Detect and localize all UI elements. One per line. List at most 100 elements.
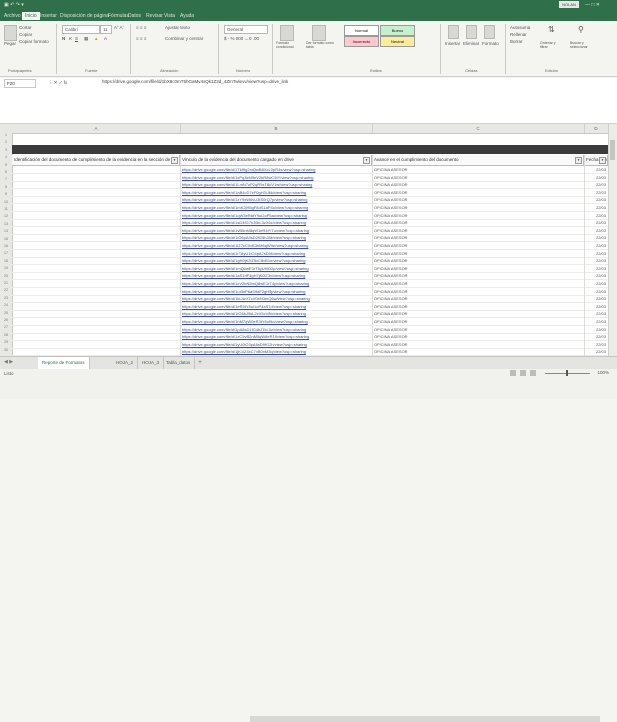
row-header[interactable]: 9 (0, 192, 12, 196)
sheet-tab[interactable]: HOJA_2 (112, 357, 139, 369)
align-left-icons[interactable]: ≡ ≡ ≡ (136, 36, 146, 41)
evidence-link[interactable]: https://drive.google.com/file/d/1rT8yU1i… (182, 250, 372, 257)
row-header[interactable]: 17 (0, 251, 12, 255)
page-layout-view-icon[interactable] (520, 370, 526, 376)
evidence-link[interactable]: https://drive.google.com/file/d/1zY9xW6v… (182, 196, 372, 203)
wrap-text-button[interactable]: Ajustar texto (165, 25, 190, 30)
conditional-format-icon[interactable] (280, 25, 294, 41)
name-box[interactable]: F20 (4, 79, 36, 88)
sheet-tab[interactable]: Tabla_datos (162, 357, 196, 369)
column-header[interactable]: D (584, 124, 609, 133)
conditional-format-button[interactable]: Formato condicional (276, 41, 306, 49)
evidence-link[interactable]: https://drive.google.com/file/d/1jK1lZ4x… (182, 348, 372, 355)
window-controls[interactable]: — □ ✕ (585, 2, 600, 8)
ribbon-tab-7[interactable]: Vista (164, 12, 175, 20)
delete-cells-button[interactable]: Eliminar (463, 41, 479, 46)
cut-button[interactable]: Cortar (19, 25, 32, 30)
ribbon-tab-2[interactable]: Insertar (40, 12, 57, 20)
row-header[interactable]: 15 (0, 237, 12, 241)
evidence-link[interactable]: https://drive.google.com/file/d/1xPq3kM9… (182, 174, 372, 181)
row-header[interactable]: 5 (0, 163, 12, 167)
filter-dropdown-icon[interactable]: ▾ (575, 157, 582, 164)
format-painter-button[interactable]: Copiar formato (19, 39, 49, 44)
ribbon-tab-5[interactable]: Datos (128, 12, 141, 20)
row-header[interactable]: 27 (0, 325, 12, 329)
filter-dropdown-icon[interactable]: ▾ (599, 157, 606, 164)
evidence-link[interactable]: https://drive.google.com/file/d/1gH9jK2l… (182, 257, 372, 264)
column-header[interactable]: B (180, 124, 373, 133)
ribbon-tab-3[interactable]: Disposición de página (60, 12, 109, 20)
autosum-button[interactable]: Autosuma (510, 25, 530, 30)
row-header[interactable]: 7 (0, 177, 12, 181)
evidence-link[interactable]: https://drive.google.com/file/d/1mK2jH5g… (182, 204, 372, 211)
format-as-table-button[interactable]: Dar formato como tabla (306, 41, 336, 49)
filter-dropdown-icon[interactable]: ▾ (171, 157, 178, 164)
row-header[interactable]: 10 (0, 200, 12, 204)
row-header[interactable]: 28 (0, 333, 12, 337)
row-header[interactable]: 18 (0, 259, 12, 263)
sort-filter-icon[interactable]: ⇅ (548, 25, 555, 34)
row-header[interactable]: 3 (0, 148, 12, 152)
quick-access-toolbar[interactable]: ▣ ↶ ↷ ▾ (4, 2, 24, 8)
evidence-link[interactable]: https://drive.google.com/file/d/1iO6pA9s… (182, 234, 372, 241)
evidence-link[interactable]: https://drive.google.com/file/d/1mQ0wE3r… (182, 265, 372, 272)
fill-button[interactable]: Rellenar (510, 32, 527, 37)
evidence-link[interactable]: https://drive.google.com/file/d/1fG6hJ9k… (182, 310, 372, 317)
cell-style-swatch[interactable]: Neutral (380, 36, 415, 47)
find-select-button[interactable]: Buscar y seleccionar (570, 41, 596, 49)
evidence-link[interactable]: https://drive.google.com/file/d/1aS1dF4g… (182, 272, 372, 279)
row-header[interactable]: 11 (0, 207, 12, 211)
user-account[interactable]: NOLAN (559, 1, 579, 8)
page-break-view-icon[interactable] (530, 370, 536, 376)
sort-filter-button[interactable]: Ordenar y filtrar (540, 41, 564, 49)
paste-button[interactable]: Pegar (4, 41, 16, 46)
formula-input[interactable]: https://drive.google.com/file/d/1bX8c0mT… (102, 79, 288, 84)
row-header[interactable]: 26 (0, 318, 12, 322)
bold-button[interactable]: N (62, 36, 65, 41)
row-header[interactable]: 21 (0, 281, 12, 285)
delete-cells-icon[interactable] (466, 25, 477, 39)
italic-button[interactable]: K (69, 36, 72, 41)
number-format-dropdown[interactable]: General (224, 25, 268, 34)
row-header[interactable]: 19 (0, 266, 12, 270)
cell-style-swatch[interactable]: Bueno (380, 25, 415, 36)
insert-cells-button[interactable]: Insertar (445, 41, 460, 46)
row-header[interactable]: 8 (0, 185, 12, 189)
fill-color-icon[interactable]: ▲ (94, 36, 98, 41)
underline-button[interactable]: S (75, 36, 78, 41)
evidence-link[interactable]: https://drive.google.com/file/d/1Tkf9g2m… (182, 166, 372, 173)
evidence-link[interactable]: https://drive.google.com/file/d/1yU0iO3p… (182, 341, 372, 348)
zoom-level[interactable]: 100% (597, 370, 609, 375)
ribbon-tab-8[interactable]: Ayuda (180, 12, 194, 20)
sheet-tab[interactable]: HOJA_3 (138, 357, 165, 369)
evidence-link[interactable]: https://drive.google.com/file/d/1lZ7xC0v… (182, 242, 372, 249)
ribbon-tab-6[interactable]: Revisar (146, 12, 163, 20)
find-select-icon[interactable]: ⚲ (578, 25, 584, 34)
ribbon-tab-4[interactable]: Fórmulas (108, 12, 129, 20)
font-size-dropdown[interactable]: 11 (100, 25, 112, 34)
row-header[interactable]: 13 (0, 222, 12, 226)
row-header[interactable]: 20 (0, 274, 12, 278)
row-header[interactable]: 6 (0, 170, 12, 174)
evidence-link[interactable]: https://drive.google.com/file/d/1cV2bN5m… (182, 280, 372, 287)
row-header[interactable]: 23 (0, 296, 12, 300)
evidence-link[interactable]: https://drive.google.com/file/d/1aB4cD7e… (182, 189, 372, 196)
evidence-link[interactable]: https://drive.google.com/file/d/1uI3oP6a… (182, 288, 372, 295)
row-header[interactable]: 16 (0, 244, 12, 248)
normal-view-icon[interactable] (510, 370, 516, 376)
row-header[interactable]: 12 (0, 214, 12, 218)
evidence-link[interactable]: https://drive.google.com/file/d/1qW3eR6t… (182, 212, 372, 219)
add-sheet-button[interactable]: + (196, 359, 204, 367)
row-header[interactable]: 1 (0, 133, 12, 137)
paste-icon[interactable] (4, 25, 17, 41)
row-header[interactable]: 14 (0, 229, 12, 233)
column-header[interactable]: C (372, 124, 585, 133)
insert-cells-icon[interactable] (448, 25, 459, 39)
format-cells-icon[interactable] (484, 25, 495, 39)
sheet-nav-arrows[interactable]: ◀ ▶ (4, 359, 13, 365)
row-header[interactable]: 2 (0, 140, 12, 144)
row-header[interactable]: 4 (0, 155, 12, 159)
filter-dropdown-icon[interactable]: ▾ (363, 157, 370, 164)
evidence-link[interactable]: https://drive.google.com/file/d/1nM7qW0e… (182, 318, 372, 325)
clear-button[interactable]: Borrar (510, 39, 523, 44)
